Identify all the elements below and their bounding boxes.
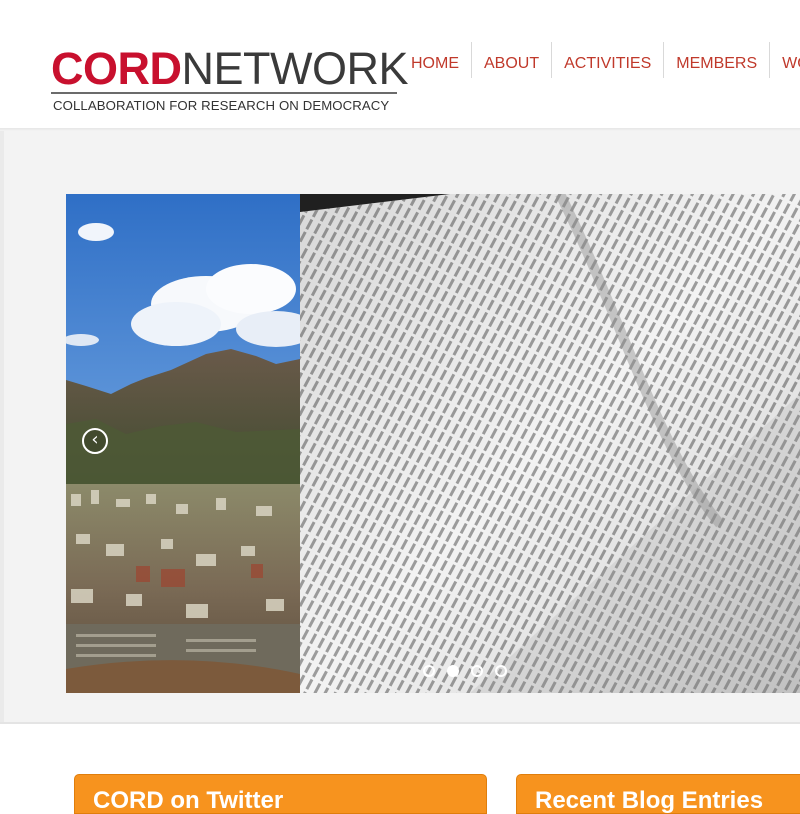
twitter-widget-header: CORD on Twitter bbox=[74, 774, 487, 814]
logo-wordmark: CORDNETWORK bbox=[51, 46, 408, 91]
cord-network-logo[interactable]: CORDNETWORK COLLABORATION FOR RESEARCH O… bbox=[51, 46, 408, 120]
nav-item-wo[interactable]: WO bbox=[770, 42, 800, 78]
nav-item-about[interactable]: ABOUT bbox=[472, 42, 553, 78]
slider-dot-3[interactable] bbox=[471, 665, 483, 677]
logo-tagline: COLLABORATION FOR RESEARCH ON DEMOCRACY bbox=[53, 98, 390, 113]
main-nav: HOME ABOUT ACTIVITIES MEMBERS WO bbox=[399, 42, 800, 78]
site-header: CORDNETWORK COLLABORATION FOR RESEARCH O… bbox=[0, 0, 800, 128]
slider-pagination bbox=[423, 665, 507, 677]
logo-divider bbox=[51, 92, 397, 94]
slider-dot-4[interactable] bbox=[495, 665, 507, 677]
hero-divider bbox=[0, 722, 800, 724]
blog-widget-header: Recent Blog Entries bbox=[516, 774, 800, 814]
chevron-left-icon: ‹ bbox=[91, 429, 99, 450]
slide-book-image bbox=[300, 194, 800, 693]
image-slider[interactable]: ‹ bbox=[66, 194, 800, 693]
logo-cord-text: CORD bbox=[51, 43, 182, 94]
nav-item-members[interactable]: MEMBERS bbox=[664, 42, 771, 78]
nav-item-home[interactable]: HOME bbox=[399, 42, 472, 78]
slider-dot-1[interactable] bbox=[423, 665, 435, 677]
slider-dot-2[interactable] bbox=[447, 665, 459, 677]
nav-item-activities[interactable]: ACTIVITIES bbox=[552, 42, 665, 78]
slider-prev-button[interactable]: ‹ bbox=[82, 428, 108, 454]
logo-network-text: NETWORK bbox=[181, 43, 409, 94]
